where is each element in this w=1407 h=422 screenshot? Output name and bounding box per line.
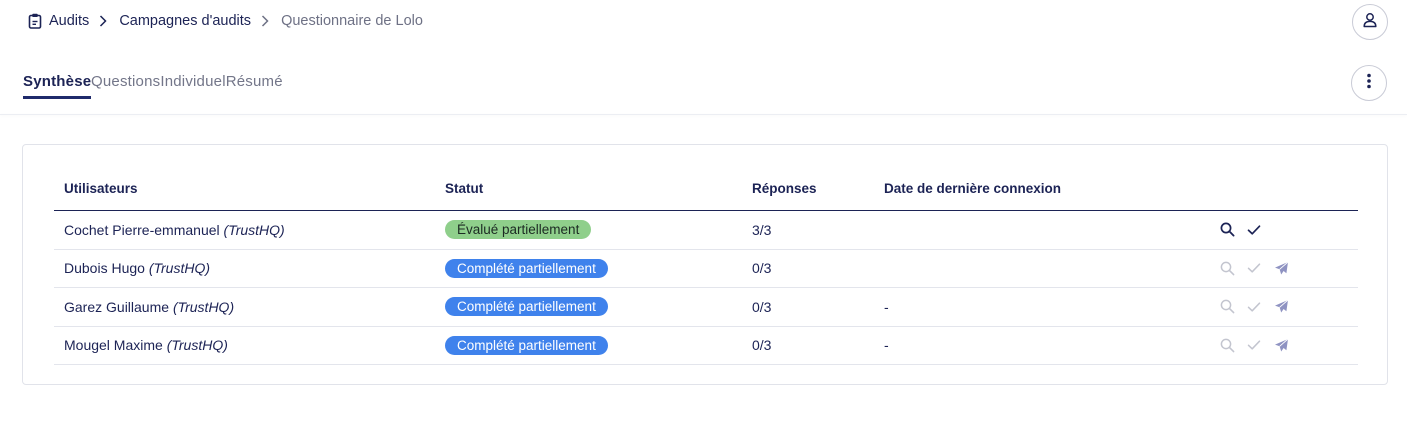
status-badge: Complété partiellement	[445, 335, 608, 355]
breadcrumb-current: Questionnaire de Lolo	[281, 13, 423, 29]
send-icon[interactable]	[1272, 259, 1290, 277]
tab-resume[interactable]: Résumé	[226, 60, 283, 100]
table-row: Dubois Hugo (TrustHQ) Complété partielle…	[54, 250, 1358, 288]
status-badge: Complété partiellement	[445, 258, 608, 278]
responses-count: 0/3	[752, 260, 772, 277]
check-icon[interactable]	[1245, 221, 1263, 239]
header-divider	[0, 114, 1407, 115]
tab-bar: Synthèse Questions Individuel Résumé	[23, 60, 283, 100]
responses-count: 3/3	[752, 221, 772, 238]
breadcrumb: Audits Campagnes d'audits Questionnaire …	[28, 12, 423, 30]
tab-individuel[interactable]: Individuel	[160, 60, 225, 100]
header-status: Statut	[445, 181, 484, 196]
responses-count: 0/3	[752, 298, 772, 315]
users-card: Utilisateurs Statut Réponses Date de der…	[22, 144, 1388, 385]
table-row: Garez Guillaume (TrustHQ) Complété parti…	[54, 288, 1358, 327]
user-name: Cochet Pierre-emmanuel (TrustHQ)	[64, 221, 285, 238]
search-icon[interactable]	[1218, 221, 1236, 239]
responses-count: 0/3	[752, 337, 772, 354]
more-vertical-icon	[1366, 73, 1372, 94]
user-name: Mougel Maxime (TrustHQ)	[64, 337, 228, 354]
breadcrumb-campaigns[interactable]: Campagnes d'audits	[119, 13, 251, 29]
table-row: Mougel Maxime (TrustHQ) Complété partiel…	[54, 327, 1358, 365]
search-icon[interactable]	[1218, 336, 1236, 354]
check-icon[interactable]	[1245, 298, 1263, 316]
header-responses: Réponses	[752, 181, 817, 196]
chevron-right-icon	[99, 15, 109, 27]
more-options-button[interactable]	[1351, 65, 1387, 101]
send-icon[interactable]	[1272, 336, 1290, 354]
user-icon	[1362, 12, 1378, 33]
table-header: Utilisateurs Statut Réponses Date de der…	[54, 167, 1358, 211]
tab-synthese[interactable]: Synthèse	[23, 60, 91, 100]
send-icon[interactable]	[1272, 298, 1290, 316]
clipboard-icon	[28, 13, 42, 29]
check-icon[interactable]	[1245, 336, 1263, 354]
status-badge: Complété partiellement	[445, 297, 608, 317]
user-menu-button[interactable]	[1352, 4, 1388, 40]
table-row: Cochet Pierre-emmanuel (TrustHQ) Évalué …	[54, 211, 1358, 250]
users-table: Utilisateurs Statut Réponses Date de der…	[54, 167, 1358, 365]
header-last-login: Date de dernière connexion	[884, 181, 1062, 196]
search-icon[interactable]	[1218, 259, 1236, 277]
check-icon[interactable]	[1245, 259, 1263, 277]
chevron-right-icon	[261, 15, 271, 27]
status-badge: Évalué partiellement	[445, 220, 592, 240]
user-name: Dubois Hugo (TrustHQ)	[64, 260, 211, 277]
last-login: -	[884, 337, 889, 354]
user-name: Garez Guillaume (TrustHQ)	[64, 298, 235, 315]
header-users: Utilisateurs	[64, 181, 138, 196]
tab-questions[interactable]: Questions	[91, 60, 160, 100]
last-login: -	[884, 298, 889, 315]
breadcrumb-audits[interactable]: Audits	[49, 13, 89, 29]
search-icon[interactable]	[1218, 298, 1236, 316]
